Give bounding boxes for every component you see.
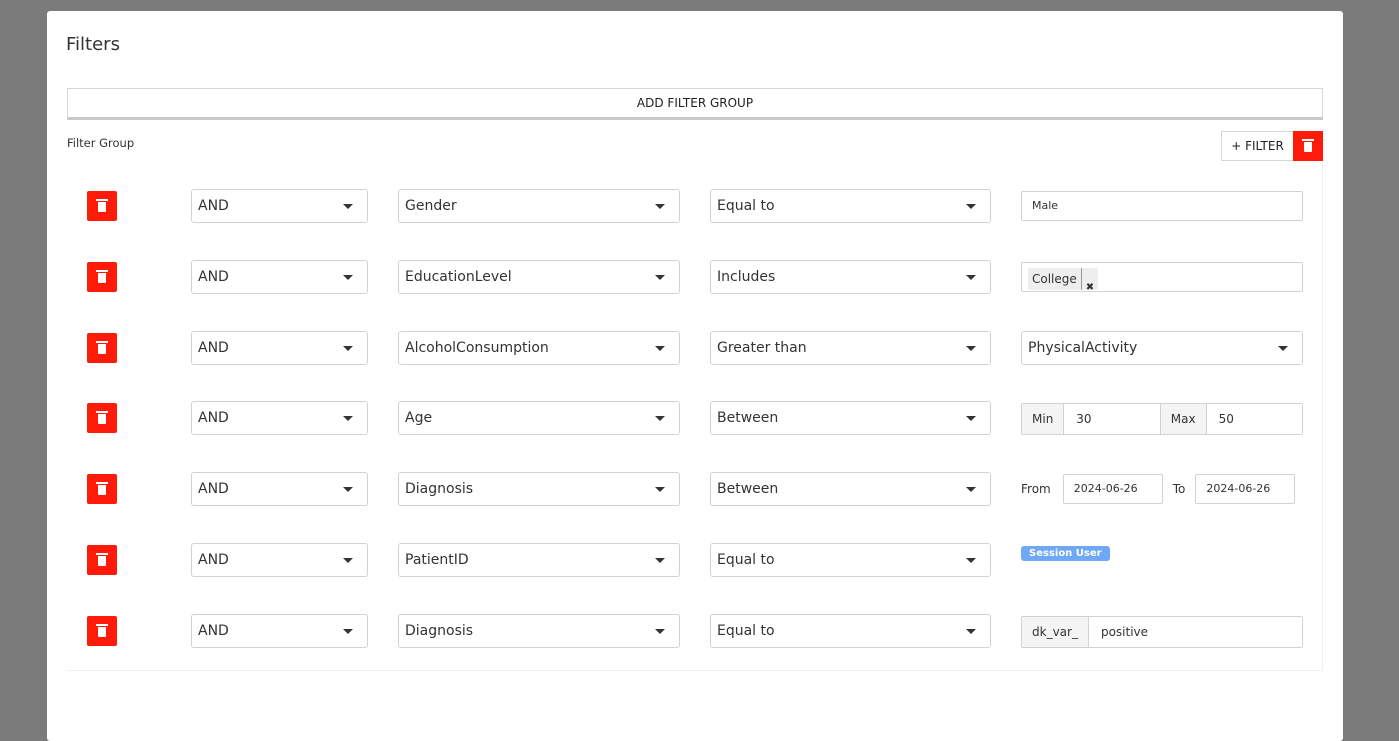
chevron-down-icon [966, 275, 976, 280]
trash-icon [96, 199, 108, 212]
max-input[interactable]: 50 [1206, 404, 1303, 434]
multi-value-input[interactable]: College ✖ [1021, 262, 1303, 293]
prefix-label: dk_var_ [1022, 617, 1089, 647]
chevron-down-icon [343, 629, 353, 634]
chevron-down-icon [966, 204, 976, 209]
chevron-down-icon [343, 487, 353, 492]
filter-row: AND AlcoholConsumption Greater than Phys… [67, 331, 1323, 365]
modal-title: Filters [66, 34, 120, 55]
operator-select[interactable]: Equal to [710, 543, 991, 577]
chevron-down-icon [655, 629, 665, 634]
chevron-down-icon [655, 487, 665, 492]
trash-icon [96, 270, 108, 283]
chevron-down-icon [655, 558, 665, 563]
filter-group: Filter Group + FILTER AND Gender Equal t… [67, 129, 1323, 671]
chevron-down-icon [343, 204, 353, 209]
filters-modal: Filters ADD FILTER GROUP Filter Group + … [47, 11, 1343, 741]
operator-select[interactable]: Equal to [710, 614, 991, 648]
session-user-badge: Session User [1021, 546, 1110, 561]
from-date-input[interactable]: 2024-06-26 [1062, 474, 1163, 504]
trash-icon [96, 411, 108, 424]
logic-select[interactable]: AND [191, 260, 368, 294]
chevron-down-icon [655, 416, 665, 421]
value-input[interactable]: positive [1088, 617, 1302, 647]
chevron-down-icon [655, 275, 665, 280]
logic-select[interactable]: AND [191, 614, 368, 648]
value-container: PhysicalActivity [1021, 331, 1303, 365]
filter-row: AND Age Between Min 30 Max 50 [67, 401, 1323, 435]
to-date-input[interactable]: 2024-06-26 [1195, 474, 1296, 504]
filter-row: AND PatientID Equal to Session User [67, 543, 1323, 577]
value-container: dk_var_ positive [1021, 616, 1303, 648]
operator-select[interactable]: Includes [710, 260, 991, 294]
chevron-down-icon [343, 275, 353, 280]
field-select[interactable]: Gender [398, 189, 680, 223]
field-select[interactable]: AlcoholConsumption [398, 331, 680, 365]
delete-filter-button[interactable] [87, 616, 117, 646]
chevron-down-icon [655, 204, 665, 209]
chevron-down-icon [1278, 346, 1288, 351]
chevron-down-icon [966, 416, 976, 421]
logic-select[interactable]: AND [191, 401, 368, 435]
trash-icon [1302, 139, 1314, 152]
field-select[interactable]: Age [398, 401, 680, 435]
logic-select[interactable]: AND [191, 472, 368, 506]
chevron-down-icon [343, 346, 353, 351]
field-select[interactable]: PatientID [398, 543, 680, 577]
value-container: Male [1021, 191, 1303, 221]
max-label: Max [1160, 404, 1207, 434]
chevron-down-icon [966, 346, 976, 351]
value-field-select[interactable]: PhysicalActivity [1021, 331, 1303, 365]
add-filter-button[interactable]: + FILTER [1221, 131, 1293, 161]
prefixed-value-input: dk_var_ positive [1021, 616, 1303, 648]
delete-filter-button[interactable] [87, 474, 117, 504]
filter-row: AND Diagnosis Equal to dk_var_ positive [67, 614, 1323, 648]
operator-select[interactable]: Between [710, 401, 991, 435]
to-label: To [1172, 482, 1186, 496]
value-container: Session User [1021, 541, 1303, 561]
from-label: From [1021, 482, 1051, 496]
logic-select[interactable]: AND [191, 543, 368, 577]
operator-select[interactable]: Equal to [710, 189, 991, 223]
delete-group-button[interactable] [1293, 131, 1323, 161]
delete-filter-button[interactable] [87, 333, 117, 363]
chevron-down-icon [343, 558, 353, 563]
value-input[interactable]: Male [1021, 191, 1303, 221]
value-container: From 2024-06-26 To 2024-06-26 [1021, 474, 1303, 504]
trash-icon [96, 341, 108, 354]
trash-icon [96, 482, 108, 495]
filter-group-label: Filter Group [67, 136, 135, 150]
filter-row: AND EducationLevel Includes College ✖ [67, 260, 1323, 294]
filter-row: AND Gender Equal to Male [67, 189, 1323, 223]
min-input[interactable]: 30 [1064, 404, 1161, 434]
field-select[interactable]: Diagnosis [398, 472, 680, 506]
value-container: Min 30 Max 50 [1021, 403, 1303, 435]
trash-icon [96, 553, 108, 566]
min-label: Min [1022, 404, 1065, 434]
add-filter-group-button[interactable]: ADD FILTER GROUP [67, 88, 1323, 120]
delete-filter-button[interactable] [87, 403, 117, 433]
field-select[interactable]: EducationLevel [398, 260, 680, 294]
value-tag: College ✖ [1028, 268, 1099, 293]
chevron-down-icon [966, 558, 976, 563]
trash-icon [96, 624, 108, 637]
delete-filter-button[interactable] [87, 545, 117, 575]
chevron-down-icon [343, 416, 353, 421]
filter-row: AND Diagnosis Between From 2024-06-26 To 20… [67, 472, 1323, 506]
logic-select[interactable]: AND [191, 189, 368, 223]
chevron-down-icon [966, 629, 976, 634]
delete-filter-button[interactable] [87, 262, 117, 292]
value-container: College ✖ [1021, 262, 1303, 293]
delete-filter-button[interactable] [87, 191, 117, 221]
range-input: Min 30 Max 50 [1021, 403, 1303, 435]
chevron-down-icon [655, 346, 665, 351]
operator-select[interactable]: Greater than [710, 331, 991, 365]
logic-select[interactable]: AND [191, 331, 368, 365]
remove-tag-icon[interactable]: ✖ [1080, 268, 1098, 293]
chevron-down-icon [966, 487, 976, 492]
operator-select[interactable]: Between [710, 472, 991, 506]
field-select[interactable]: Diagnosis [398, 614, 680, 648]
